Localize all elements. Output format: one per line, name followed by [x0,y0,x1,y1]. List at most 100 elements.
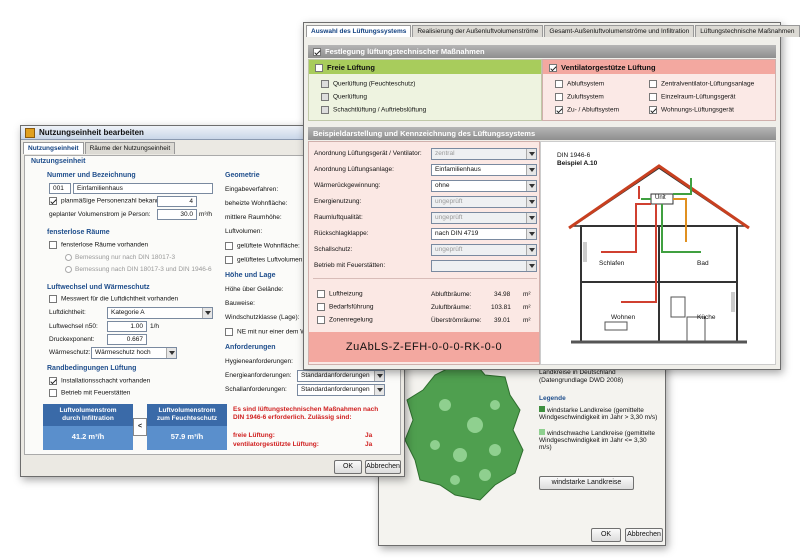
messwert-check[interactable]: Messwert für die Luftdichtheit vorhanden [49,295,178,303]
form-select-7[interactable] [431,260,537,272]
checkbox-icon [317,290,325,298]
chevron-down-icon [374,371,384,381]
form-select-6[interactable]: ungeprüft [431,244,537,256]
waerme-label: Wärmeschutz: [49,349,91,356]
vent-abluft[interactable]: Abluftsystem [555,80,604,88]
checkbox-icon[interactable] [315,64,323,73]
feuchte-panel: Luftvolumenstrom zum Feuchteschutz 57.9 … [147,404,227,450]
gelueftetes-luftvolumen-check[interactable]: gelüftetes Luftvolumen: [225,256,304,264]
freie-lueftung-value: Ja [365,432,373,439]
chevron-down-icon [526,165,536,175]
feuerstaetten-check[interactable]: Betrieb mit Feuerstätten [49,389,130,397]
abluft-label: Abluftbräume: [431,291,472,298]
front-tab-bar: Auswahl des Lüftungssystems Realisierung… [304,23,800,37]
luftdicht-select[interactable]: Kategorie A [107,307,213,319]
schall-label: Schallanforderungen: [225,386,287,393]
windstarke-landkreise-button[interactable]: windstarke Landkreise [539,476,634,490]
abluft-value: 34.98 [494,291,511,298]
checkbox-icon [225,242,233,250]
zonen-check[interactable]: Zonenregelung [317,316,373,324]
checkbox-icon [225,256,233,264]
checkbox-icon [555,93,563,101]
house-diagram: DIN 1946-6 Beispiel A.10 Unit Schlafen B… [540,141,776,365]
freie-item-2[interactable]: Schachtlüftung / Auftriebslüftung [321,106,426,114]
form-select-2[interactable]: ohne [431,180,537,192]
tab-nutzungseinheit[interactable]: Nutzungseinheit [23,142,84,154]
checkbox-icon[interactable] [313,48,321,57]
form-select-4[interactable]: ungeprüft [431,212,537,224]
map-cancel-button[interactable]: Abbrechen [625,528,663,542]
persons-input[interactable]: 4 [157,196,197,207]
form-select-3[interactable]: ungeprüft [431,196,537,208]
chevron-down-icon [526,197,536,207]
group-anforderungen-title: Anforderungen [225,344,276,351]
vent-zentral[interactable]: Zentralventilator-Lüftungsanlage [649,80,754,88]
germany-map [385,355,535,505]
form-label-1: Anordnung Lüftungsanlage: [314,166,394,173]
gelueftete-wohnflaeche-check[interactable]: gelüftete Wohnfläche: [225,242,300,250]
vent-wohnung[interactable]: Wohnungs-Lüftungsgerät [649,106,734,114]
energie-label: Energieanforderungen: [225,372,292,379]
schacht-check[interactable]: Installationsschacht vorhanden [49,377,150,385]
tab-realisierung[interactable]: Realisierung der Außenluftvolumenströme [412,25,544,37]
n50-input[interactable]: 1.00 [107,321,147,332]
volume-unit: m³/h [199,211,212,218]
zuluft-label: Zuluftbräume: [431,304,472,311]
n50-unit: 1/h [150,323,160,330]
ueberstroem-value: 39.01 [494,317,511,324]
tab-raeume[interactable]: Räume der Nutzungseinheit [84,142,176,154]
druck-input[interactable]: 0.667 [107,334,147,345]
luftdicht-label: Luftdichtheit: [49,309,86,316]
number-input[interactable]: 001 [49,183,71,194]
radio-din18017[interactable]: Bemessung nur nach DIN 18017-3 [65,254,175,261]
schall-select[interactable]: Standardanforderungen [297,384,385,396]
form-label-7: Betrieb mit Feuerstätten: [314,262,386,269]
checkbox-icon [321,106,329,114]
checkbox-icon [49,295,57,303]
vent-zuabluft[interactable]: Zu- / Abluftsystem [555,106,619,114]
zuluft-unit: m² [523,304,531,311]
group-fensterlose-title: fensterlose Räume [47,229,110,236]
geometrie-label-1: beheizte Wohnfläche: [225,200,288,207]
chevron-down-icon [526,229,536,239]
checkbox-icon[interactable] [549,64,557,73]
tab-massnahmen[interactable]: Lüftungstechnische Maßnahmen [695,25,800,37]
waerme-select[interactable]: Wärmeschutz hoch [91,347,177,359]
freie-item-1[interactable]: Querlüftung [321,93,367,101]
fensterlose-check[interactable]: fensterlose Räume vorhanden [49,241,148,249]
tab-auswahl[interactable]: Auswahl des Lüftungssystems [306,25,412,37]
map-ok-button[interactable]: OK [591,528,621,542]
checkbox-icon [225,328,233,336]
lueftungssystem-window: Auswahl des Lüftungssystems Realisierung… [303,22,800,370]
vent-zuluft[interactable]: Zuluftsystem [555,93,604,101]
checkbox-icon [649,106,657,114]
luftheizung-check[interactable]: Luftheizung [317,290,363,298]
checkbox-icon [317,316,325,324]
checkbox-icon [49,377,57,385]
requirement-message: Es sind lüftungstechnischen Maßnahmen na… [233,406,379,421]
vent-einzelraum[interactable]: Einzelraum-Lüftungsgerät [649,93,735,101]
vent-lueftung-value: Ja [365,441,373,448]
left-cancel-button[interactable]: Abbrechen [365,460,401,474]
form-select-1[interactable]: Einfamilienhaus [431,164,537,176]
volume-input[interactable]: 30.0 [157,209,197,220]
ne-wind-check[interactable]: NE mit nur einer dem Wind [225,328,315,336]
window-title: Nutzungseinheit bearbeiten [39,128,144,137]
left-ok-button[interactable]: OK [334,460,362,474]
radio-din1946[interactable]: Bemessung nach DIN 18017-3 und DIN 1946-… [65,266,212,273]
infiltration-value: 41.2 m³/h [43,426,133,450]
app-icon [25,128,35,138]
freie-item-0[interactable]: Querlüftung (Feuchteschutz) [321,80,415,88]
tab-gesamt[interactable]: Gesamt-Außenluftvolumenströme und Infilt… [544,25,695,37]
checkbox-icon [321,93,329,101]
name-input[interactable]: Einfamilienhaus [73,183,213,194]
energie-select[interactable]: Standardanforderungen [297,370,385,382]
legend-title: Legende [539,395,566,402]
form-select-0[interactable]: zentral [431,148,537,160]
personen-check[interactable]: planmäßige Personenzahl bekannt [49,197,161,205]
form-label-2: Wärmerückgewinnung: [314,182,381,189]
form-select-5[interactable]: nach DIN 4719 [431,228,537,240]
checkbox-icon [49,197,57,205]
bedarf-check[interactable]: Bedarfsführung [317,303,373,311]
group-geometrie-title: Geometrie [225,172,260,179]
